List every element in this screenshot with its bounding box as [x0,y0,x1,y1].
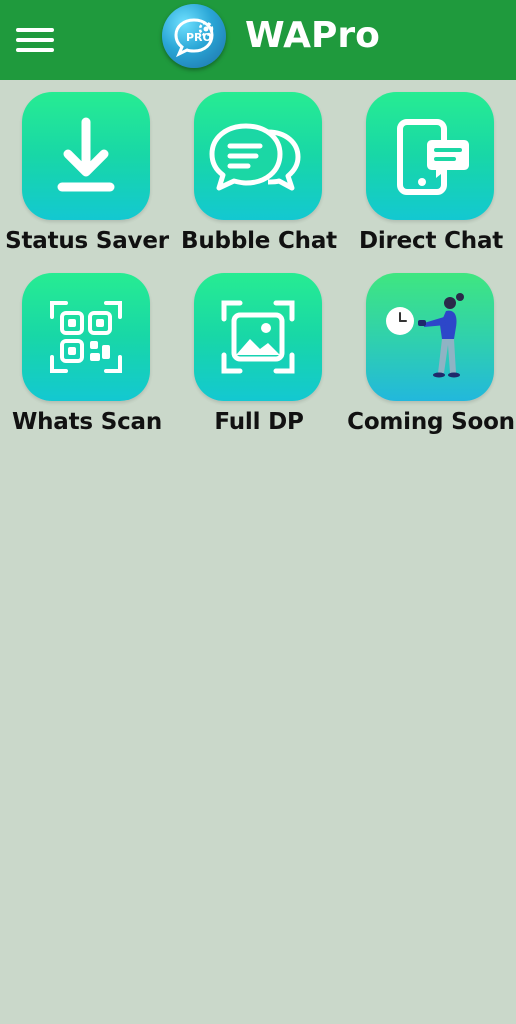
direct-chat-icon-box[interactable] [366,92,494,220]
tile-coming-soon[interactable]: Coming Soon [345,271,515,447]
tile-label: Full DP [214,409,304,435]
tile-full-dp[interactable]: Full DP [173,271,343,447]
wapro-logo-icon: PRO [162,4,226,68]
hamburger-menu-button[interactable] [14,24,58,56]
tile-status-saver[interactable]: Status Saver [1,90,171,266]
tile-label: Whats Scan [11,409,163,435]
tile-direct-chat[interactable]: Direct Chat [345,90,515,266]
coming-soon-icon-box[interactable] [366,273,494,401]
logo-text: PRO [186,31,212,44]
tile-label: Bubble Chat [181,228,337,254]
menu-bar-line [16,38,54,42]
tile-label: Coming Soon [347,409,515,435]
chat-bubbles-icon [209,123,301,191]
qr-scan-icon [50,301,122,373]
whats-scan-icon-box[interactable] [22,273,150,401]
full-dp-icon-box[interactable] [194,273,322,401]
status-saver-icon-box[interactable] [22,92,150,220]
image-frame-icon [221,300,295,374]
tile-bubble-chat[interactable]: Bubble Chat [173,90,343,266]
person-clock-illustration [386,293,464,378]
tile-whats-scan[interactable]: Whats Scan [1,271,171,447]
app-bar: PRO WAPro [0,0,516,80]
bubble-chat-icon-box[interactable] [194,92,322,220]
menu-bar-line [16,28,54,32]
tile-label: Direct Chat [358,228,504,254]
download-icon [57,117,115,192]
phone-message-icon [397,119,469,195]
tile-label: Status Saver [5,228,169,254]
app-title: WAPro [245,15,380,56]
menu-bar-line [16,48,54,52]
